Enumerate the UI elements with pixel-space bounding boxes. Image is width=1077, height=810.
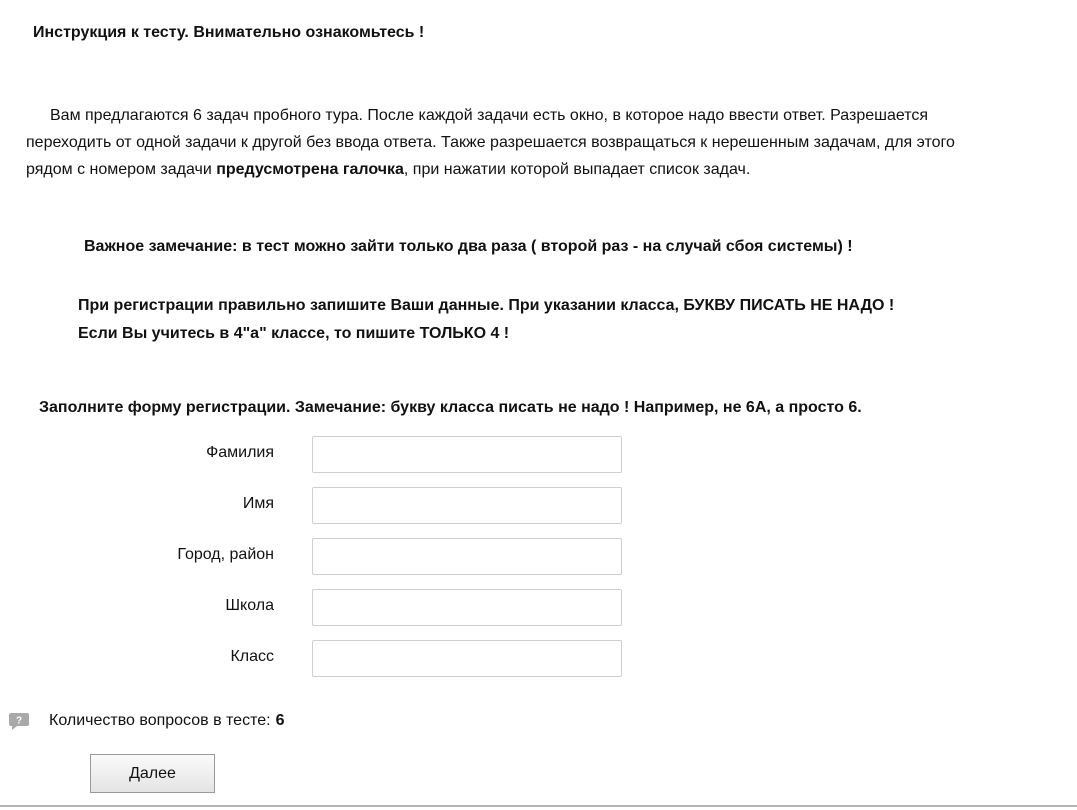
question-count-label: Количество вопросов в тесте:	[49, 712, 271, 729]
school-label: Школа	[225, 597, 274, 614]
grade-label: Класс	[230, 648, 274, 665]
field-row-surname: Фамилия	[0, 436, 640, 474]
city-input[interactable]	[312, 538, 622, 575]
intro-line-3-start: рядом с номером задачи	[26, 161, 217, 178]
form-heading: Заполните форму регистрации. Замечание: …	[39, 399, 862, 416]
surname-input[interactable]	[312, 436, 622, 473]
name-label: Имя	[242, 495, 274, 512]
intro-line-3-bold: предусмотрена галочка	[216, 161, 404, 178]
important-note: Важное замечание: в тест можно зайти тол…	[84, 238, 853, 255]
field-row-city: Город, район	[0, 538, 640, 576]
registration-note-line-2: Если Вы учитесь в 4"а" классе, то пишите…	[78, 325, 510, 342]
surname-label: Фамилия	[206, 444, 274, 461]
instruction-title: Инструкция к тесту. Внимательно ознакомь…	[33, 24, 425, 41]
field-row-grade: Класс	[0, 640, 640, 678]
name-input[interactable]	[312, 487, 622, 524]
question-count-value: 6	[275, 712, 285, 729]
help-bubble-icon: ?	[8, 710, 30, 732]
grade-input[interactable]	[312, 640, 622, 677]
help-icon-glyph: ?	[16, 716, 22, 727]
registration-note-line-1: При регистрации правильно запишите Ваши …	[78, 297, 895, 314]
city-label: Город, район	[177, 546, 274, 563]
intro-line-2: переходить от одной задачи к другой без …	[26, 134, 955, 151]
school-input[interactable]	[312, 589, 622, 626]
registration-note: При регистрации правильно запишите Ваши …	[78, 292, 894, 348]
instruction-intro: Вам предлагаются 6 задач пробного тура. …	[26, 102, 1066, 183]
field-row-name: Имя	[0, 487, 640, 525]
next-button[interactable]: Далее	[90, 754, 215, 793]
field-row-school: Школа	[0, 589, 640, 627]
question-count: ? Количество вопросов в тесте: 6	[8, 710, 284, 732]
intro-line-1: Вам предлагаются 6 задач пробного тура. …	[50, 107, 929, 124]
intro-line-3-end: , при нажатии которой выпадает список за…	[403, 161, 751, 178]
bottom-divider	[0, 805, 1077, 807]
